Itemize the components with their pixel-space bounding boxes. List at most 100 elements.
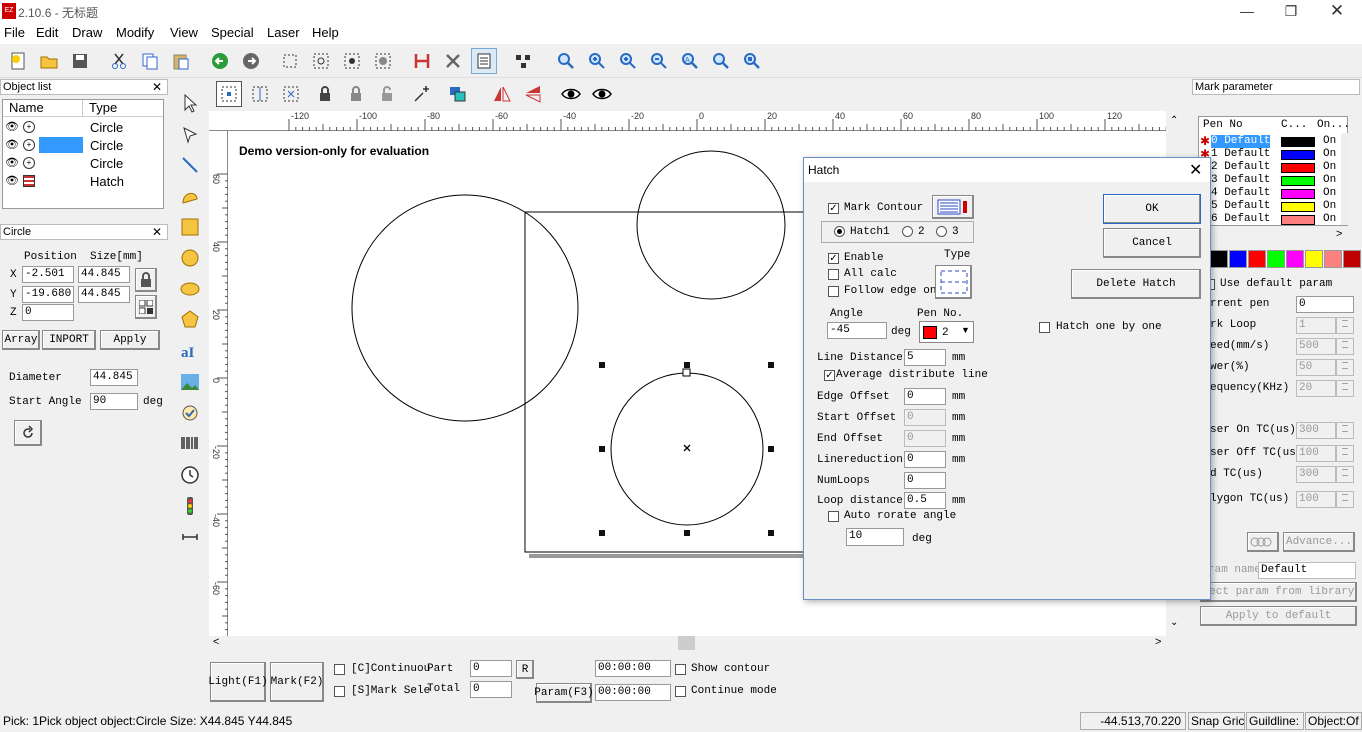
- array-button[interactable]: Array: [2, 330, 40, 350]
- end-offset-input[interactable]: 0: [904, 430, 946, 447]
- eye-icon[interactable]: 👁: [5, 120, 19, 133]
- angle-input[interactable]: -45: [827, 322, 887, 339]
- object-name-cell[interactable]: [39, 173, 83, 189]
- zoom-icon[interactable]: [553, 48, 579, 74]
- timer-icon[interactable]: [177, 462, 203, 488]
- ungroup-icon[interactable]: [308, 48, 334, 74]
- reset-button[interactable]: R: [516, 660, 534, 679]
- hatch-type-icon[interactable]: [935, 265, 972, 299]
- cancel-button[interactable]: Cancel: [1103, 228, 1201, 258]
- save-icon[interactable]: [67, 48, 93, 74]
- loop-distance-input[interactable]: 0.5: [904, 492, 946, 509]
- continuous-checkbox[interactable]: [334, 664, 345, 675]
- enable-checkbox[interactable]: ✓: [828, 253, 839, 264]
- curve-icon[interactable]: [177, 183, 203, 209]
- pen-color-swatch[interactable]: [1281, 137, 1315, 147]
- input-port-icon[interactable]: [177, 493, 203, 519]
- numloops-input[interactable]: 0: [904, 472, 946, 489]
- hatch1-radio[interactable]: [834, 226, 845, 237]
- paste-icon[interactable]: [168, 48, 194, 74]
- part-count-input[interactable]: 0: [470, 660, 512, 677]
- pen-row[interactable]: 6 Default On: [1199, 213, 1341, 226]
- polygon-tc-input[interactable]: 100: [1296, 491, 1336, 508]
- forward-arrow-icon[interactable]: [238, 48, 264, 74]
- color-column-header[interactable]: C...: [1281, 119, 1307, 132]
- preview-eye-icon[interactable]: [589, 81, 615, 107]
- anchor-grid-icon[interactable]: [135, 295, 157, 319]
- laser-on-tc-input[interactable]: 300: [1296, 422, 1336, 439]
- text-icon[interactable]: aI: [177, 338, 203, 364]
- palette-swatch[interactable]: [1248, 250, 1266, 268]
- spin-control[interactable]: ─ ─: [1336, 445, 1354, 462]
- total-count-input[interactable]: 0: [470, 681, 512, 698]
- menu-modify[interactable]: Modify: [116, 25, 154, 40]
- spin-control[interactable]: ─ ─: [1336, 317, 1354, 334]
- lock-icon[interactable]: [135, 268, 157, 292]
- list-item[interactable]: 👁 + Circle: [3, 118, 163, 136]
- pen-list-scrollbar[interactable]: [1341, 133, 1349, 225]
- zoom-selection-icon[interactable]: [708, 48, 734, 74]
- line-distance-input[interactable]: 5: [904, 349, 946, 366]
- hatch-tool-icon[interactable]: [409, 48, 435, 74]
- linereduction-input[interactable]: 0: [904, 451, 946, 468]
- pen-row[interactable]: 5 Default On: [1199, 200, 1341, 213]
- x-position-input[interactable]: -2.501: [22, 266, 74, 283]
- hatch2-radio[interactable]: [902, 226, 913, 237]
- tools-icon[interactable]: [440, 48, 466, 74]
- average-distribute-checkbox[interactable]: ✓: [824, 370, 835, 381]
- close-icon[interactable]: ✕: [1189, 160, 1202, 180]
- pen-row[interactable]: ✱ 0 Default On: [1199, 134, 1341, 148]
- close-button[interactable]: ✕: [1314, 0, 1360, 22]
- barcode-icon[interactable]: [177, 431, 203, 457]
- show-contour-checkbox[interactable]: [675, 664, 686, 675]
- unlock-icon[interactable]: [343, 81, 369, 107]
- palette-swatch[interactable]: [1324, 250, 1342, 268]
- eye-icon[interactable]: 👁: [5, 156, 19, 169]
- frequency-input[interactable]: 20: [1296, 380, 1336, 397]
- zoom-in-icon[interactable]: [584, 48, 610, 74]
- end-tc-input[interactable]: 300: [1296, 466, 1336, 483]
- diameter-input[interactable]: 44.845: [90, 369, 138, 386]
- snap-guide-icon[interactable]: [247, 81, 273, 107]
- combine-icon[interactable]: [370, 48, 396, 74]
- cut-icon[interactable]: [106, 48, 132, 74]
- pen-row[interactable]: ✱ 1 Default On: [1199, 147, 1341, 161]
- speed-input[interactable]: 500: [1296, 338, 1336, 355]
- close-icon[interactable]: ✕: [152, 225, 162, 239]
- menu-special[interactable]: Special: [211, 25, 254, 40]
- close-icon[interactable]: ✕: [152, 80, 162, 94]
- scroll-right-icon[interactable]: >: [1336, 228, 1342, 240]
- on-column-header[interactable]: On...: [1317, 119, 1350, 132]
- mark-button[interactable]: Mark(F2): [270, 662, 324, 702]
- palette-swatch[interactable]: [1267, 250, 1285, 268]
- menu-edit[interactable]: Edit: [36, 25, 58, 40]
- circle-icon[interactable]: [177, 245, 203, 271]
- pen-row[interactable]: 3 Default On: [1199, 174, 1341, 187]
- menu-file[interactable]: File: [4, 25, 25, 40]
- continue-mode-checkbox[interactable]: [675, 686, 686, 697]
- x-size-input[interactable]: 44.845: [78, 266, 130, 283]
- pen-row[interactable]: 4 Default On: [1199, 187, 1341, 200]
- object-snap-status[interactable]: Object:Of: [1305, 712, 1362, 730]
- copy-icon[interactable]: [137, 48, 163, 74]
- open-folder-icon[interactable]: [36, 48, 62, 74]
- contour-pen-icon[interactable]: [932, 195, 974, 219]
- follow-edge-checkbox[interactable]: [828, 286, 839, 297]
- laser-off-tc-input[interactable]: 100: [1296, 445, 1336, 462]
- pen-list-hscroll[interactable]: >: [1198, 228, 1350, 242]
- zoom-plus-icon[interactable]: [615, 48, 641, 74]
- zoom-all-icon[interactable]: A: [677, 48, 703, 74]
- pen-color-swatch[interactable]: [1281, 176, 1315, 186]
- lock-icon[interactable]: [312, 81, 338, 107]
- param-button[interactable]: Param(F3): [534, 683, 594, 703]
- unlock-all-icon[interactable]: [374, 81, 400, 107]
- spin-control[interactable]: ─ ─: [1336, 422, 1354, 439]
- mirror-vertical-icon[interactable]: [520, 81, 546, 107]
- scroll-up-icon[interactable]: ⌃: [1170, 115, 1178, 126]
- palette-swatch[interactable]: [1305, 250, 1323, 268]
- node-edit-icon[interactable]: [339, 48, 365, 74]
- list-item[interactable]: 👁 + Circle: [3, 154, 163, 172]
- select-param-library-button[interactable]: lect param from library: [1200, 582, 1357, 602]
- extend-axis-icon[interactable]: [177, 524, 203, 550]
- all-calc-checkbox[interactable]: [828, 269, 839, 280]
